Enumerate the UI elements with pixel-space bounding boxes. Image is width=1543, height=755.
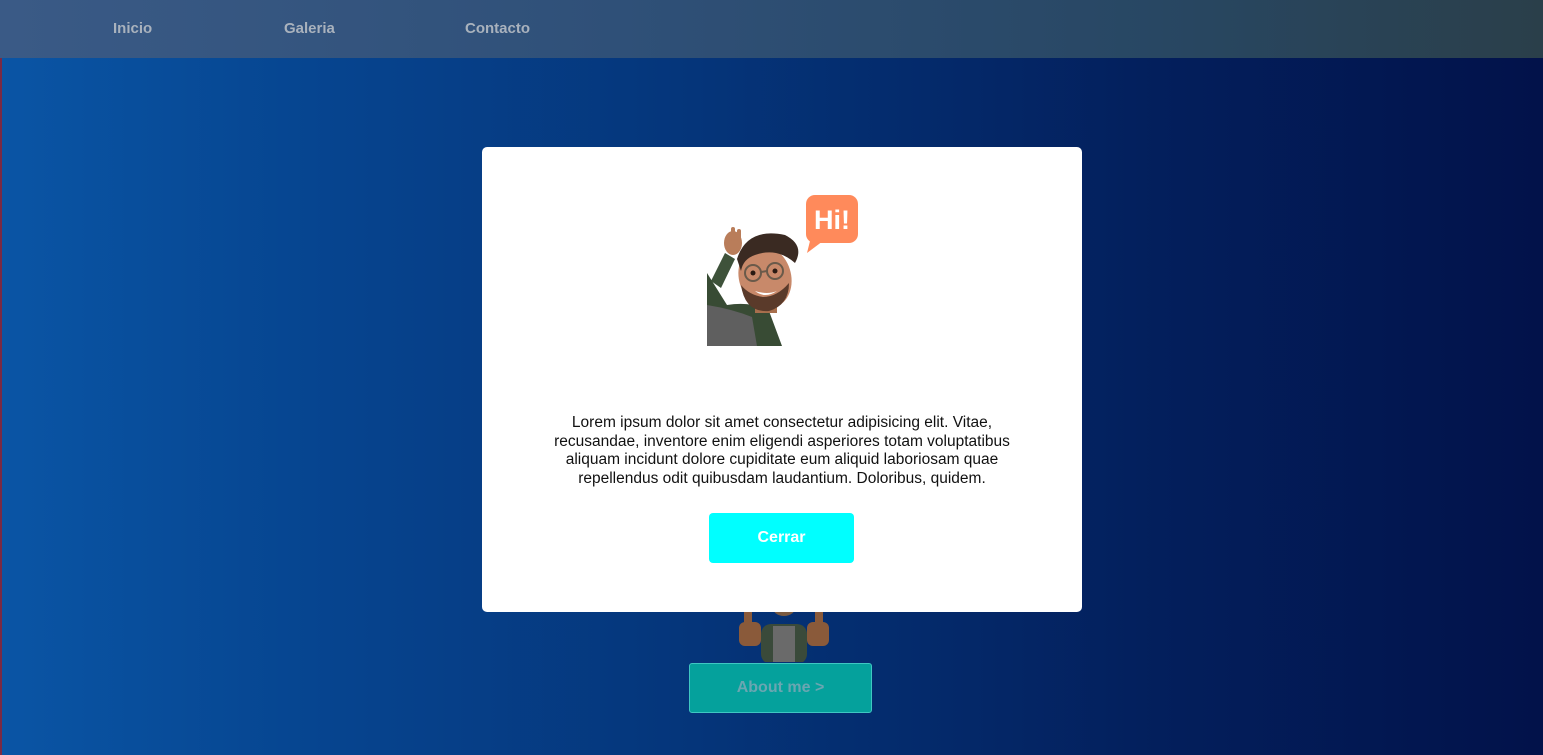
window-left-edge — [0, 0, 2, 755]
top-navbar: Inicio Galeria Contacto — [0, 0, 1543, 58]
waving-avatar-icon: Hi! — [707, 195, 858, 346]
about-me-button[interactable]: About me > — [689, 663, 872, 713]
speech-bubble-text: Hi! — [814, 205, 850, 235]
modal-body-text: Lorem ipsum dolor sit amet consectetur a… — [554, 414, 1010, 487]
speech-bubble-icon: Hi! — [806, 195, 858, 253]
nav-link-inicio[interactable]: Inicio — [113, 20, 152, 37]
close-button[interactable]: Cerrar — [709, 513, 854, 563]
nav-link-contacto[interactable]: Contacto — [465, 20, 530, 37]
welcome-modal: Hi! Lorem ipsum dolor sit amet consectet… — [482, 147, 1082, 612]
nav-link-galeria[interactable]: Galeria — [284, 20, 335, 37]
